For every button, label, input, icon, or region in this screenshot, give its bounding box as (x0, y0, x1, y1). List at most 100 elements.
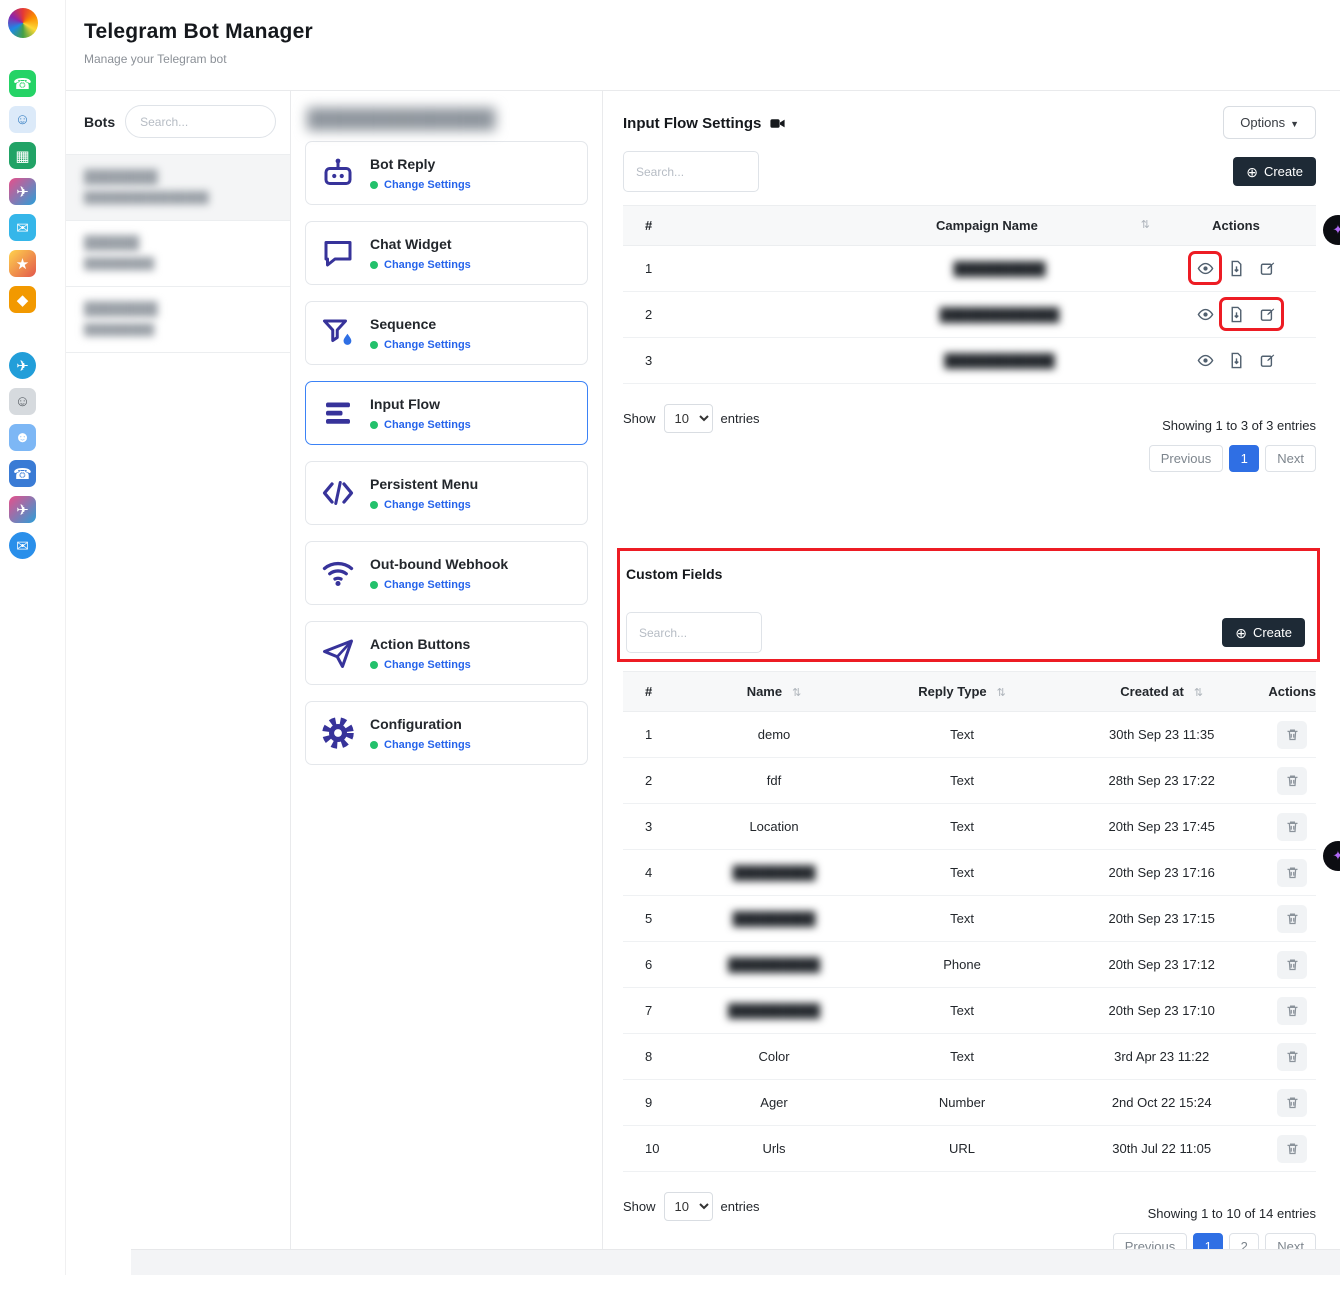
field-name: Location (679, 804, 869, 850)
create-campaign-button[interactable]: ⊕Create (1233, 157, 1316, 186)
bot-reply-icon (320, 155, 356, 191)
change-settings-link[interactable]: Change Settings (384, 179, 471, 191)
col-header-num[interactable]: # (623, 672, 679, 712)
previous-page-button[interactable]: Previous (1149, 445, 1224, 472)
export-button[interactable] (1225, 257, 1247, 279)
next-page-button[interactable]: Next (1265, 445, 1316, 472)
shop-icon[interactable]: ◆ (9, 286, 36, 313)
card-title: Bot Reply (370, 156, 471, 172)
group-icon[interactable]: ☻ (9, 424, 36, 451)
settings-card-chat-widget[interactable]: Chat Widget Change Settings (305, 221, 588, 285)
whatsapp-icon[interactable]: ☎ (9, 70, 36, 97)
delete-button[interactable] (1277, 1135, 1307, 1163)
row-num: 6 (623, 942, 679, 988)
emoji-app-icon[interactable]: ★ (9, 250, 36, 277)
telegram-glyph: ✈ (16, 357, 29, 375)
options-button[interactable]: Options▼ (1223, 106, 1316, 139)
app-logo[interactable] (8, 8, 38, 38)
edit-button[interactable] (1256, 303, 1278, 325)
selected-bot-title: ██████████████ (291, 91, 602, 141)
delete-button[interactable] (1277, 1089, 1307, 1117)
delete-button[interactable] (1277, 951, 1307, 979)
telegram-colored-icon[interactable]: ✈ (9, 178, 36, 205)
col-header-num[interactable]: # (623, 206, 843, 246)
settings-card-sequence[interactable]: Sequence Change Settings (305, 301, 588, 365)
col-label: Reply Type (918, 684, 986, 699)
settings-card-bot-reply[interactable]: Bot Reply Change Settings (305, 141, 588, 205)
settings-card-persistent-menu[interactable]: Persistent Menu Change Settings (305, 461, 588, 525)
col-header-name[interactable]: Name⇅ (679, 672, 869, 712)
bot-list-item[interactable]: ████████ ████████████████ (66, 155, 290, 221)
chat-teal-icon[interactable]: ✉ (9, 214, 36, 241)
col-header-reply-type[interactable]: Reply Type ⇅ (869, 672, 1055, 712)
sort-icon[interactable]: ⇅ (997, 687, 1006, 699)
delete-button[interactable] (1277, 767, 1307, 795)
sheets-icon[interactable]: ▦ (9, 142, 36, 169)
delete-button[interactable] (1277, 1043, 1307, 1071)
input-flow-titlebar: Input Flow Settings (623, 105, 1316, 141)
created-at: 3rd Apr 23 11:22 (1055, 1034, 1268, 1080)
export-button[interactable] (1225, 303, 1247, 325)
telegram-2-icon[interactable]: ✈ (9, 496, 36, 523)
bot-name: ██████ (84, 235, 274, 250)
sort-icon[interactable]: ⇅ (1194, 687, 1203, 699)
delete-button[interactable] (1277, 997, 1307, 1025)
create-field-button[interactable]: ⊕Create (1222, 618, 1305, 647)
input-flow-title: Input Flow Settings (623, 115, 761, 132)
campaigns-table: # Campaign Name⇅ Actions 1 ██████████ (623, 205, 1316, 384)
settings-card-configuration[interactable]: Configuration Change Settings (305, 701, 588, 765)
col-header-campaign-name[interactable]: Campaign Name⇅ (843, 206, 1156, 246)
viber-icon[interactable]: ☎ (9, 460, 36, 487)
bots-search-input[interactable] (125, 105, 276, 138)
input-flow-panel: Input Flow Settings Options▼ ⊕Create # C… (603, 91, 1340, 1275)
bot-glyph: ☺ (15, 111, 30, 128)
page-size-select[interactable]: 10 (664, 1192, 713, 1221)
table-row: 2 █████████████ (623, 292, 1316, 338)
bot-gray-icon[interactable]: ☺ (9, 388, 36, 415)
change-settings-link[interactable]: Change Settings (384, 499, 471, 511)
settings-card-outbound-webhook[interactable]: Out-bound Webhook Change Settings (305, 541, 588, 605)
delete-button[interactable] (1277, 813, 1307, 841)
edit-button[interactable] (1256, 349, 1278, 371)
messenger-icon[interactable]: ✉ (9, 532, 36, 559)
change-settings-link[interactable]: Change Settings (384, 259, 471, 271)
table-row: 1 demo Text 30th Sep 23 11:35 (623, 712, 1316, 758)
view-button[interactable] (1194, 303, 1216, 325)
annotation-box (1225, 303, 1278, 325)
edit-button[interactable] (1256, 257, 1278, 279)
delete-button[interactable] (1277, 905, 1307, 933)
change-settings-link[interactable]: Change Settings (384, 419, 471, 431)
status-dot-icon (370, 421, 378, 429)
custom-fields-search-input[interactable] (626, 612, 762, 653)
telegram-icon[interactable]: ✈ (9, 352, 36, 379)
status-dot-icon (370, 181, 378, 189)
settings-card-action-buttons[interactable]: Action Buttons Change Settings (305, 621, 588, 685)
sequence-icon (320, 315, 356, 351)
bot-list-item[interactable]: ██████ █████████ (66, 221, 290, 287)
page-number-button[interactable]: 1 (1229, 445, 1259, 472)
delete-button[interactable] (1277, 721, 1307, 749)
show-label: Show (623, 411, 656, 426)
change-settings-link[interactable]: Change Settings (384, 659, 471, 671)
video-icon (769, 115, 786, 132)
delete-button[interactable] (1277, 859, 1307, 887)
view-button[interactable] (1194, 349, 1216, 371)
page-size-select[interactable]: 10 (664, 404, 713, 433)
created-at: 30th Sep 23 11:35 (1055, 712, 1268, 758)
change-settings-link[interactable]: Change Settings (384, 579, 471, 591)
bot-list-item[interactable]: ████████ █████████ (66, 287, 290, 353)
col-header-actions: Actions (1268, 672, 1316, 712)
page-title: Telegram Bot Manager (84, 20, 1340, 44)
bot-messenger-icon[interactable]: ☺ (9, 106, 36, 133)
row-num: 3 (623, 338, 843, 384)
change-settings-link[interactable]: Change Settings (384, 339, 471, 351)
export-button[interactable] (1225, 349, 1247, 371)
card-title: Action Buttons (370, 636, 471, 652)
col-header-created-at[interactable]: Created at⇅ (1055, 672, 1268, 712)
sort-icon[interactable]: ⇅ (792, 687, 801, 699)
change-settings-link[interactable]: Change Settings (384, 739, 471, 751)
input-flow-search-input[interactable] (623, 151, 759, 192)
view-button[interactable] (1194, 257, 1216, 279)
sort-icon[interactable]: ⇅ (1141, 218, 1150, 231)
settings-card-input-flow[interactable]: Input Flow Change Settings (305, 381, 588, 445)
